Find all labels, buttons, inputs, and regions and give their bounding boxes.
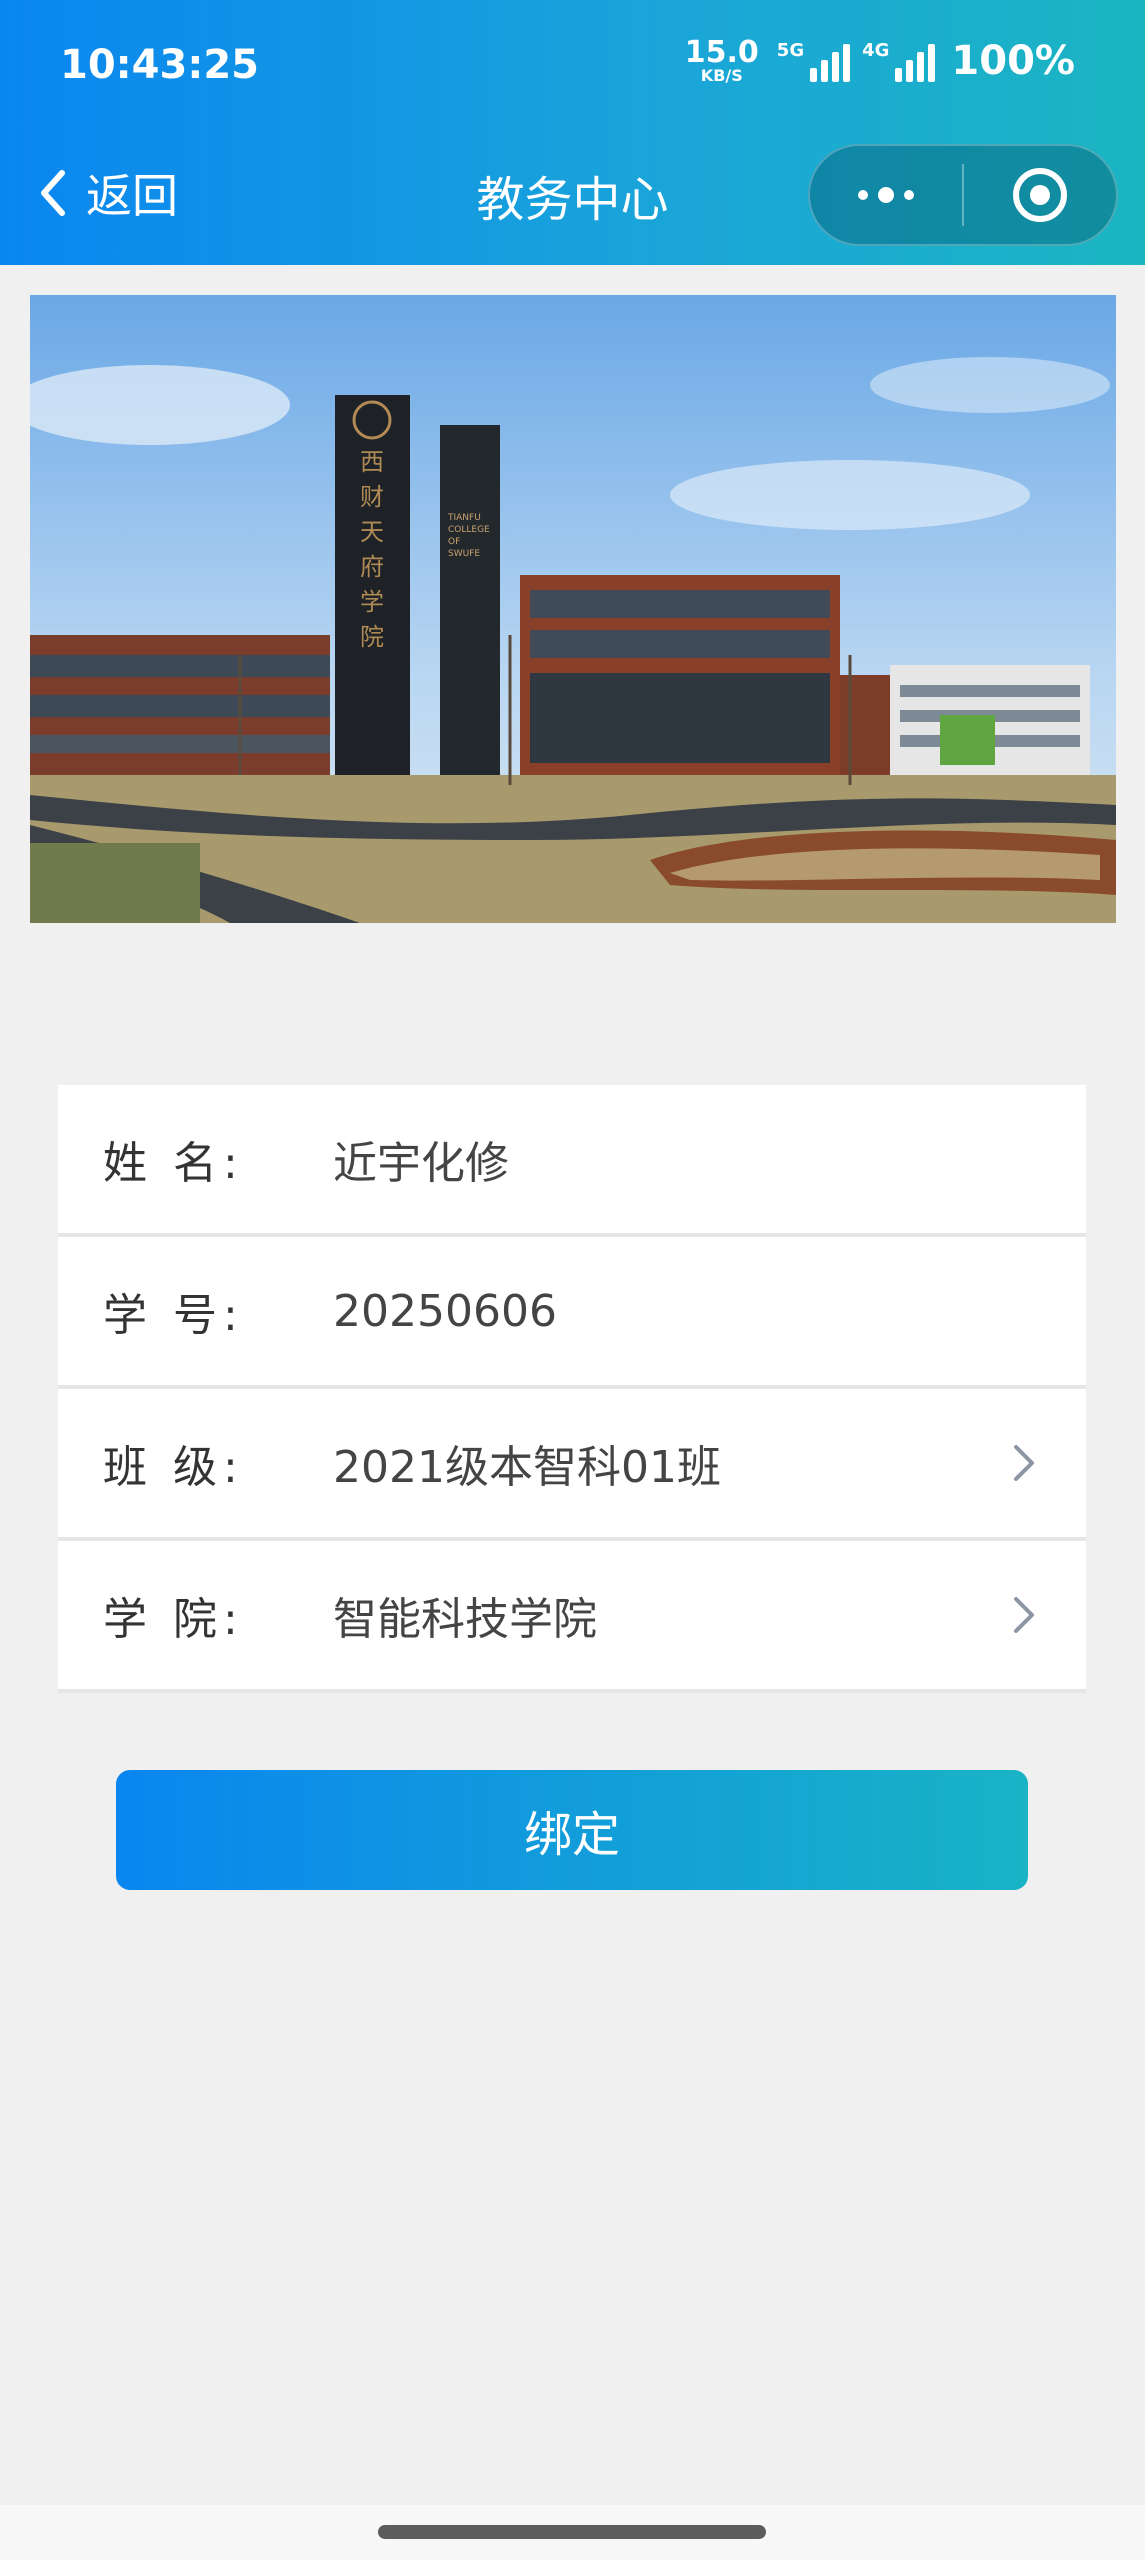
network-speed-value: 15.0 (684, 35, 759, 70)
status-time: 10:43:25 (60, 42, 259, 88)
campus-banner-image: 西 财 天 府 学 院 TIANFU COLLEGE OF SWUFE (30, 295, 1116, 923)
signal-5g-icon: 5G (776, 40, 851, 82)
name-value: 近宇化修 (333, 1138, 509, 1189)
status-indicators: 15.0 KB/S 5G 4G 100% (685, 38, 1075, 85)
banner-sign-en-1: TIANFU (447, 513, 481, 523)
network-type-5g: 5G (776, 40, 805, 61)
header-bar: 10:43:25 15.0 KB/S 5G 4G 100% 返回 教务中心 (0, 0, 1145, 265)
form-row-student-id[interactable]: 学 号: 20250606 (58, 1237, 1086, 1389)
form-row-class[interactable]: 班 级: 2021级本智科01班 (58, 1389, 1086, 1541)
banner-sign-char-5: 学 (360, 588, 384, 616)
banner-sign-char-4: 府 (360, 553, 384, 581)
banner-sign-en-3: OF (448, 537, 460, 547)
close-button[interactable] (964, 146, 1116, 244)
banner-sign-char-3: 天 (360, 518, 384, 546)
banner-sign-char-6: 院 (360, 623, 384, 651)
bind-button[interactable]: 绑定 (116, 1770, 1028, 1890)
home-indicator[interactable] (378, 2525, 766, 2539)
mini-program-capsule (808, 144, 1118, 246)
college-label: 学 院: (103, 1594, 244, 1645)
back-button[interactable]: 返回 (38, 160, 178, 226)
signal-4g-icon: 4G (862, 40, 936, 82)
back-label: 返回 (86, 169, 178, 223)
network-type-4g: 4G (862, 40, 890, 61)
target-circle-icon (1013, 168, 1067, 222)
chevron-left-icon (41, 170, 65, 216)
class-value: 2021级本智科01班 (333, 1442, 721, 1493)
college-value: 智能科技学院 (333, 1594, 597, 1645)
banner-sign-char-1: 西 (360, 448, 384, 476)
class-label: 班 级: (103, 1442, 244, 1493)
banner-sign-char-2: 财 (360, 483, 384, 511)
student-id-value: 20250606 (333, 1285, 557, 1337)
more-button[interactable] (810, 146, 962, 244)
banner-sign-en-4: SWUFE (448, 549, 480, 559)
name-label: 姓 名: (103, 1138, 244, 1189)
student-id-label: 学 号: (103, 1290, 244, 1341)
form-row-college[interactable]: 学 院: 智能科技学院 (58, 1541, 1086, 1693)
chevron-right-icon (1014, 1597, 1034, 1633)
form-row-name[interactable]: 姓 名: 近宇化修 (58, 1085, 1086, 1237)
network-speed-unit: KB/S (700, 66, 743, 85)
student-info-form: 姓 名: 近宇化修 学 号: 20250606 班 级: 2021级本智科01班… (58, 1085, 1086, 1693)
chevron-right-icon (1014, 1445, 1034, 1481)
network-speed: 15.0 KB/S (685, 38, 759, 84)
battery-level: 100% (951, 38, 1075, 84)
more-dots-icon (858, 187, 914, 203)
banner-sign-en-2: COLLEGE (448, 525, 490, 535)
